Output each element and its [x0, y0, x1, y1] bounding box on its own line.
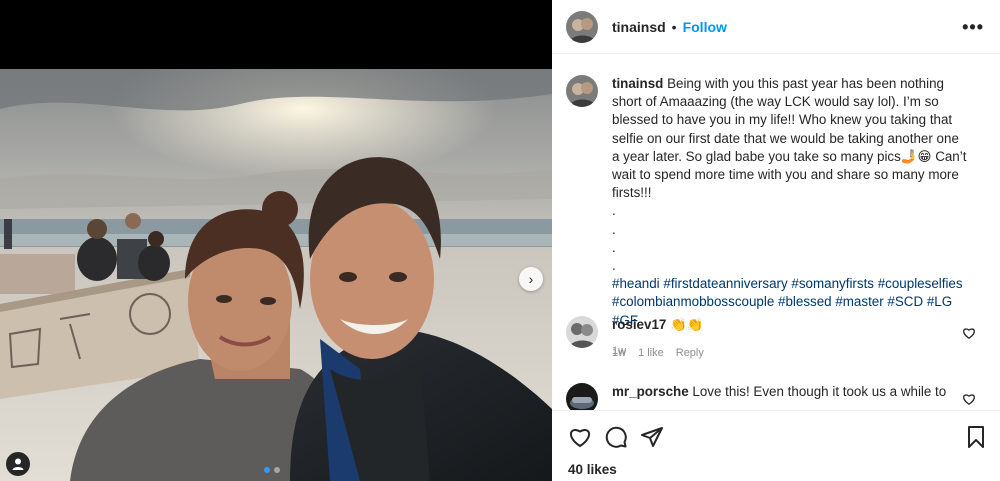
caption-dot: . — [612, 258, 616, 274]
caption-dot: . — [612, 203, 616, 219]
comment-like-icon[interactable] — [962, 392, 976, 406]
post-header: tinainsd • Follow ••• — [552, 0, 1000, 54]
share-icon[interactable] — [640, 425, 664, 449]
caption-dot: . — [612, 239, 616, 255]
carousel-dot — [274, 467, 280, 473]
bookmark-icon[interactable] — [964, 425, 988, 449]
post-media: › — [0, 0, 552, 481]
comment-body: rosiev17 👏👏 1w 1 like Reply — [612, 316, 970, 362]
reply-button[interactable]: Reply — [676, 344, 704, 362]
comment-meta: 1w 1 like Reply — [612, 344, 970, 362]
comments-section: tinainsd Being with you this past year h… — [552, 55, 1000, 410]
author-username[interactable]: tinainsd — [612, 19, 666, 35]
comment-username[interactable]: mr_porsche — [612, 384, 689, 399]
comment-icon[interactable] — [604, 425, 628, 449]
caption-username[interactable]: tinainsd — [612, 76, 663, 91]
post-photo[interactable] — [0, 69, 552, 481]
comment-likes[interactable]: 1 like — [638, 344, 664, 362]
carousel-indicator — [264, 467, 280, 473]
chevron-right-icon: › — [528, 271, 534, 287]
heart-icon[interactable] — [568, 425, 592, 449]
comment-text: Love this! Even though it took us a whil… — [692, 384, 947, 399]
more-options-icon[interactable]: ••• — [962, 17, 984, 38]
user-tag-button[interactable] — [6, 452, 30, 476]
avatar[interactable] — [566, 10, 598, 43]
like-count[interactable]: 40 likes — [568, 462, 617, 477]
comment-item: mr_porsche Love this! Even though it too… — [566, 383, 986, 410]
separator-dot: • — [671, 18, 677, 35]
caption-dot: . — [612, 221, 616, 237]
comment-username[interactable]: rosiev17 — [612, 317, 666, 332]
comment-like-icon[interactable] — [962, 326, 976, 340]
comment-item: rosiev17 👏👏 1w 1 like Reply — [566, 316, 986, 362]
comment-body: mr_porsche Love this! Even though it too… — [612, 383, 970, 410]
user-tag-icon — [12, 458, 24, 470]
comment-text: 👏👏 — [670, 317, 704, 332]
next-slide-button[interactable]: › — [519, 267, 543, 291]
carousel-dot-active — [264, 467, 270, 473]
caption-emojis: 🤳😁 — [900, 148, 932, 164]
follow-button[interactable]: Follow — [683, 19, 727, 35]
action-bar: 40 likes — [552, 410, 1000, 481]
comment-time[interactable]: 1w — [612, 344, 626, 362]
avatar[interactable] — [566, 383, 598, 410]
avatar[interactable] — [566, 75, 598, 107]
avatar[interactable] — [566, 316, 598, 348]
post-details-panel: tinainsd • Follow ••• tinainsd Being wit… — [552, 0, 1000, 481]
instagram-post-modal: › tinainsd • Follow ••• tinainsd Being w… — [0, 0, 1000, 481]
